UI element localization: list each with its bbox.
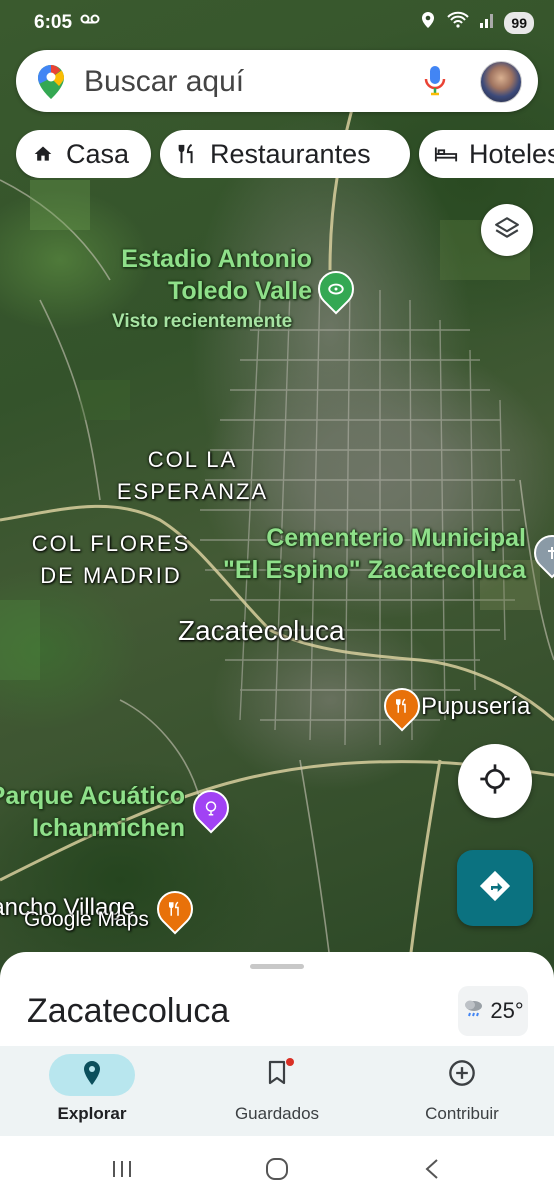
- pupuseria-label[interactable]: Pupusería: [421, 691, 530, 723]
- col-flores-line1: COL FLORES: [31, 531, 191, 556]
- directions-button[interactable]: [457, 850, 533, 926]
- battery-indicator: 99: [504, 11, 534, 34]
- status-time: 6:05: [34, 12, 73, 33]
- back-icon[interactable]: [412, 1154, 452, 1184]
- chip-label: Casa: [66, 138, 130, 169]
- col-flores-label: COL FLORES DE MADRID: [25, 528, 197, 592]
- location-icon: [420, 11, 436, 34]
- search-input[interactable]: Buscar aquí: [84, 65, 244, 99]
- chip-label: Hoteles: [469, 138, 554, 169]
- add-circle-icon: [448, 1059, 476, 1092]
- nav-guardados[interactable]: Guardados: [185, 1046, 369, 1136]
- signal-icon: [480, 12, 494, 33]
- nav-label: Contribuir: [425, 1104, 499, 1123]
- cemetery-label[interactable]: Cementerio Municipal "El Espino" Zacatec…: [206, 522, 526, 586]
- sheet-drag-handle[interactable]: [250, 964, 304, 969]
- partly-cloudy-rain-icon: [462, 997, 486, 1025]
- stadium-label[interactable]: Estadio Antonio Toledo Valle: [112, 243, 312, 307]
- profile-avatar[interactable]: [480, 61, 522, 103]
- chip-hoteles[interactable]: Hoteles: [419, 130, 554, 178]
- crosshair-location-icon: [479, 763, 511, 800]
- layers-icon: [494, 215, 520, 246]
- directions-icon: [479, 870, 511, 907]
- stadium-name-line2: Toledo Valle: [167, 277, 312, 305]
- temperature: 25°: [490, 998, 524, 1023]
- stadium-icon: [327, 280, 345, 298]
- category-chips: Casa Restaurantes Hoteles: [0, 130, 554, 178]
- restaurant-icon: [393, 697, 411, 715]
- stadium-recent-label: Visto recientemente: [112, 311, 293, 332]
- parque-name-line2: Ichanmichen: [32, 814, 185, 842]
- col-flores-line2: DE MADRID: [40, 563, 182, 588]
- nav-explorar[interactable]: Explorar: [0, 1046, 184, 1136]
- home-button-icon[interactable]: [257, 1154, 297, 1184]
- my-location-button[interactable]: [458, 744, 532, 818]
- notification-badge: [286, 1058, 294, 1066]
- chip-label: Restaurantes: [210, 138, 371, 169]
- status-bar: 6:05 99: [0, 0, 554, 48]
- chip-casa[interactable]: Casa: [16, 130, 151, 178]
- voicemail-icon: [80, 12, 100, 29]
- layers-button[interactable]: [481, 204, 533, 256]
- restaurant-icon: [172, 139, 202, 169]
- bookmark-icon: [267, 1060, 287, 1091]
- nav-icon-container: [234, 1054, 320, 1096]
- hotel-bed-icon: [431, 139, 461, 169]
- nav-label: Guardados: [234, 1104, 320, 1123]
- wifi-calling-icon: [446, 11, 470, 34]
- system-navigation-bar: [0, 1136, 554, 1200]
- nav-label: Explorar: [57, 1104, 127, 1123]
- col-la-esperanza-line2: ESPERANZA: [116, 479, 269, 504]
- microphone-icon[interactable]: [424, 65, 446, 102]
- amusement-park-icon: [202, 799, 220, 817]
- city-label[interactable]: Zacatecoluca: [178, 615, 345, 647]
- place-title: Zacatecoluca: [27, 992, 230, 1030]
- explore-pin-icon: [82, 1060, 102, 1091]
- nav-icon-container: [49, 1054, 135, 1096]
- recent-apps-icon[interactable]: [102, 1154, 142, 1184]
- chip-restaurantes[interactable]: Restaurantes: [160, 130, 410, 178]
- nav-icon-container: [419, 1054, 505, 1096]
- restaurant-icon: [166, 900, 184, 918]
- parque-name-line1: Parque Acuático: [0, 782, 185, 810]
- maps-pin-logo-icon: [37, 64, 65, 105]
- home-icon: [28, 139, 58, 169]
- col-la-esperanza-label: COL LA ESPERANZA: [110, 444, 275, 508]
- weather-chip[interactable]: 25°: [458, 986, 528, 1036]
- cemetery-name-line2: "El Espino" Zacatecoluca: [223, 556, 526, 584]
- google-maps-watermark: Google Maps: [24, 908, 149, 931]
- search-bar[interactable]: Buscar aquí: [16, 50, 538, 112]
- bottom-navigation: Explorar Guardados Contribuir: [0, 1046, 554, 1136]
- parque-label[interactable]: Parque Acuático Ichanmichen: [0, 780, 185, 844]
- place-bottom-sheet[interactable]: Zacatecoluca 25°: [0, 952, 554, 1046]
- cemetery-name-line1: Cementerio Municipal: [266, 524, 526, 552]
- cemetery-icon: [544, 545, 554, 561]
- nav-contribuir[interactable]: Contribuir: [370, 1046, 554, 1136]
- col-la-esperanza-line1: COL LA: [147, 447, 238, 472]
- stadium-name-line1: Estadio Antonio: [121, 245, 312, 273]
